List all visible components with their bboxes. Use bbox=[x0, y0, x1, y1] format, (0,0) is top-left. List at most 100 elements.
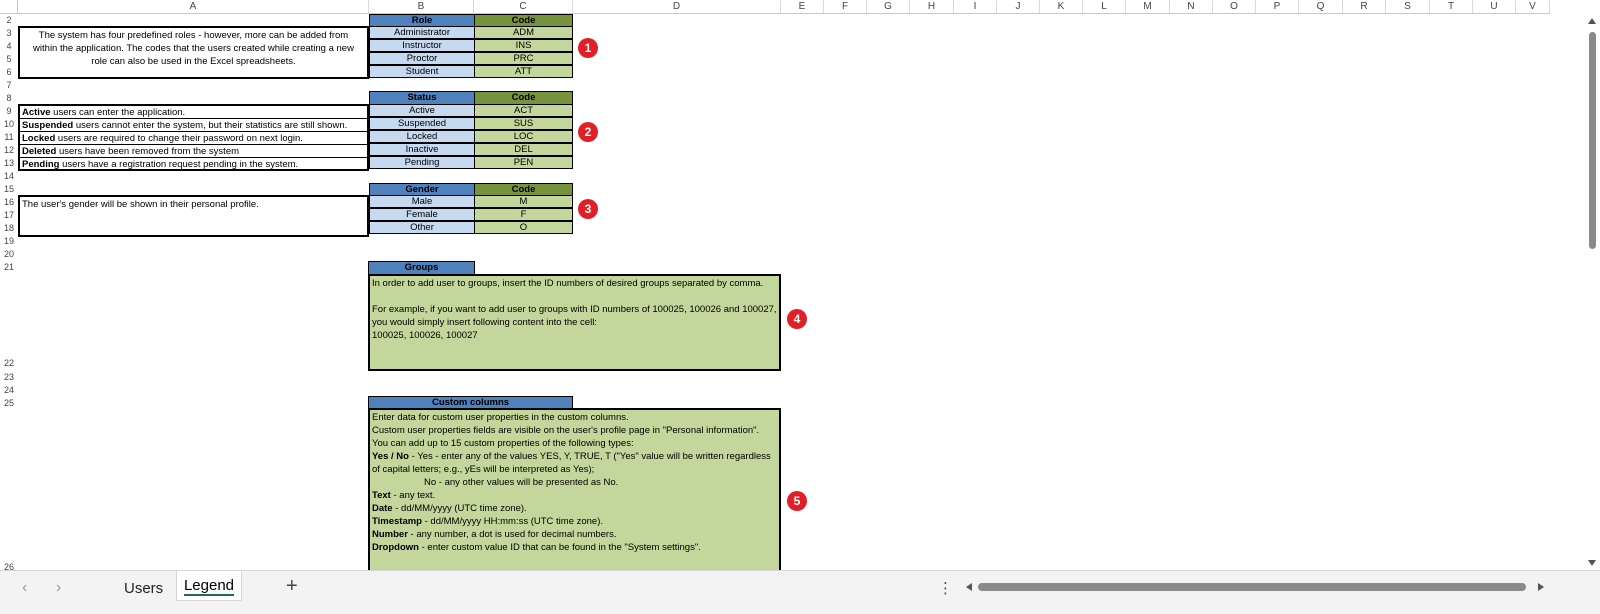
column-header-l[interactable]: L bbox=[1083, 0, 1126, 14]
gender-name-cell[interactable]: Male bbox=[369, 195, 475, 208]
column-header-j[interactable]: J bbox=[997, 0, 1040, 14]
date-desc: - dd/MM/yyyy (UTC time zone). bbox=[392, 503, 527, 514]
column-header-q[interactable]: Q bbox=[1299, 0, 1343, 14]
row-header-24[interactable]: 24 bbox=[0, 384, 18, 397]
row-header-5[interactable]: 5 bbox=[0, 53, 18, 66]
row-header-8[interactable]: 8 bbox=[0, 92, 18, 105]
row-header-11[interactable]: 11 bbox=[0, 131, 18, 144]
column-header-u[interactable]: U bbox=[1473, 0, 1516, 14]
row-header-23[interactable]: 23 bbox=[0, 371, 18, 384]
tab-legend-label: Legend bbox=[183, 577, 235, 596]
role-code-cell[interactable]: INS bbox=[474, 39, 573, 52]
row-header-25[interactable]: 25 bbox=[0, 397, 18, 410]
status-desc-bold: Locked bbox=[22, 133, 56, 144]
column-header-r[interactable]: R bbox=[1343, 0, 1386, 14]
status-desc-text: users have been removed from the system bbox=[56, 146, 240, 157]
vertical-scrollbar[interactable] bbox=[1584, 14, 1600, 570]
row-header-7[interactable]: 7 bbox=[0, 79, 18, 92]
status-code-cell[interactable]: PEN bbox=[474, 156, 573, 169]
status-name-cell[interactable]: Active bbox=[369, 104, 475, 117]
groups-header[interactable]: Groups bbox=[368, 261, 475, 275]
gender-code-cell[interactable]: O bbox=[474, 221, 573, 234]
column-header-a[interactable]: A bbox=[18, 0, 369, 14]
column-header-t[interactable]: T bbox=[1430, 0, 1473, 14]
column-header-d[interactable]: D bbox=[573, 0, 781, 14]
custom-columns-box[interactable]: Enter data for custom user properties in… bbox=[368, 408, 781, 578]
horizontal-scrollbar[interactable] bbox=[966, 580, 1546, 594]
status-code-cell[interactable]: ACT bbox=[474, 104, 573, 117]
status-code-cell[interactable]: DEL bbox=[474, 143, 573, 156]
row-header-9[interactable]: 9 bbox=[0, 105, 18, 118]
date-label: Date bbox=[372, 503, 393, 514]
yesno-text: - Yes - enter any of the values YES, Y, … bbox=[372, 451, 771, 475]
tab-users[interactable]: Users bbox=[124, 580, 163, 597]
gender-code-cell[interactable]: M bbox=[474, 195, 573, 208]
status-code-cell[interactable]: LOC bbox=[474, 130, 573, 143]
horizontal-scroll-thumb[interactable] bbox=[978, 583, 1526, 591]
row-header-26[interactable]: 26 bbox=[0, 410, 18, 572]
column-header-s[interactable]: S bbox=[1386, 0, 1430, 14]
column-header-g[interactable]: G bbox=[867, 0, 910, 14]
groups-box[interactable]: In order to add user to groups, insert t… bbox=[368, 274, 781, 371]
column-header-m[interactable]: M bbox=[1126, 0, 1170, 14]
row-header-16[interactable]: 16 bbox=[0, 196, 18, 209]
row-header-20[interactable]: 20 bbox=[0, 248, 18, 261]
row-header-14[interactable]: 14 bbox=[0, 170, 18, 183]
row-header-22[interactable]: 22 bbox=[0, 274, 18, 371]
row-header-10[interactable]: 10 bbox=[0, 118, 18, 131]
column-header-k[interactable]: K bbox=[1040, 0, 1083, 14]
prev-sheet-icon[interactable]: ‹ bbox=[22, 579, 27, 597]
status-code-header[interactable]: Code bbox=[474, 91, 573, 105]
next-sheet-icon[interactable]: › bbox=[56, 579, 61, 597]
vertical-scroll-thumb[interactable] bbox=[1589, 32, 1596, 249]
column-header-n[interactable]: N bbox=[1170, 0, 1213, 14]
row-header-6[interactable]: 6 bbox=[0, 66, 18, 79]
select-all-corner[interactable] bbox=[0, 0, 18, 14]
status-name-cell[interactable]: Inactive bbox=[369, 143, 475, 156]
column-header-o[interactable]: O bbox=[1213, 0, 1256, 14]
status-code-cell[interactable]: SUS bbox=[474, 117, 573, 130]
role-code-cell[interactable]: PRC bbox=[474, 52, 573, 65]
role-name-cell[interactable]: Student bbox=[369, 65, 475, 78]
row-header-12[interactable]: 12 bbox=[0, 144, 18, 157]
scroll-left-icon[interactable] bbox=[966, 583, 972, 591]
column-header-b[interactable]: B bbox=[369, 0, 474, 14]
role-name-cell[interactable]: Instructor bbox=[369, 39, 475, 52]
tab-legend[interactable]: Legend bbox=[176, 571, 242, 601]
row-header-13[interactable]: 13 bbox=[0, 157, 18, 170]
role-code-cell[interactable]: ADM bbox=[474, 26, 573, 39]
row-header-18[interactable]: 18 bbox=[0, 222, 18, 235]
column-header-v[interactable]: V bbox=[1516, 0, 1550, 14]
more-options-icon[interactable]: ⋮ bbox=[938, 579, 953, 597]
scroll-down-icon[interactable] bbox=[1588, 560, 1596, 566]
gender-name-cell[interactable]: Female bbox=[369, 208, 475, 221]
row-header-2[interactable]: 2 bbox=[0, 14, 18, 27]
column-header-i[interactable]: I bbox=[954, 0, 997, 14]
add-sheet-button[interactable]: + bbox=[286, 575, 298, 598]
column-header-c[interactable]: C bbox=[474, 0, 573, 14]
role-code-cell[interactable]: ATT bbox=[474, 65, 573, 78]
status-name-cell[interactable]: Suspended bbox=[369, 117, 475, 130]
gender-code-cell[interactable]: F bbox=[474, 208, 573, 221]
role-name-cell[interactable]: Administrator bbox=[369, 26, 475, 39]
row-header-19[interactable]: 19 bbox=[0, 235, 18, 248]
row-header-15[interactable]: 15 bbox=[0, 183, 18, 196]
status-desc-bold: Deleted bbox=[22, 146, 57, 157]
status-name-cell[interactable]: Pending bbox=[369, 156, 475, 169]
role-name-cell[interactable]: Proctor bbox=[369, 52, 475, 65]
status-header[interactable]: Status bbox=[369, 91, 475, 105]
column-header-p[interactable]: P bbox=[1256, 0, 1299, 14]
status-name-cell[interactable]: Locked bbox=[369, 130, 475, 143]
status-desc-bold: Pending bbox=[22, 159, 60, 170]
row-header-3[interactable]: 3 bbox=[0, 27, 18, 40]
column-header-f[interactable]: F bbox=[824, 0, 867, 14]
column-header-h[interactable]: H bbox=[910, 0, 954, 14]
row-header-17[interactable]: 17 bbox=[0, 209, 18, 222]
status-desc-text: users cannot enter the system, but their… bbox=[73, 120, 348, 131]
row-header-21[interactable]: 21 bbox=[0, 261, 18, 274]
column-header-e[interactable]: E bbox=[781, 0, 824, 14]
row-header-4[interactable]: 4 bbox=[0, 40, 18, 53]
gender-name-cell[interactable]: Other bbox=[369, 221, 475, 234]
scroll-up-icon[interactable] bbox=[1588, 18, 1596, 24]
scroll-right-icon[interactable] bbox=[1538, 583, 1544, 591]
